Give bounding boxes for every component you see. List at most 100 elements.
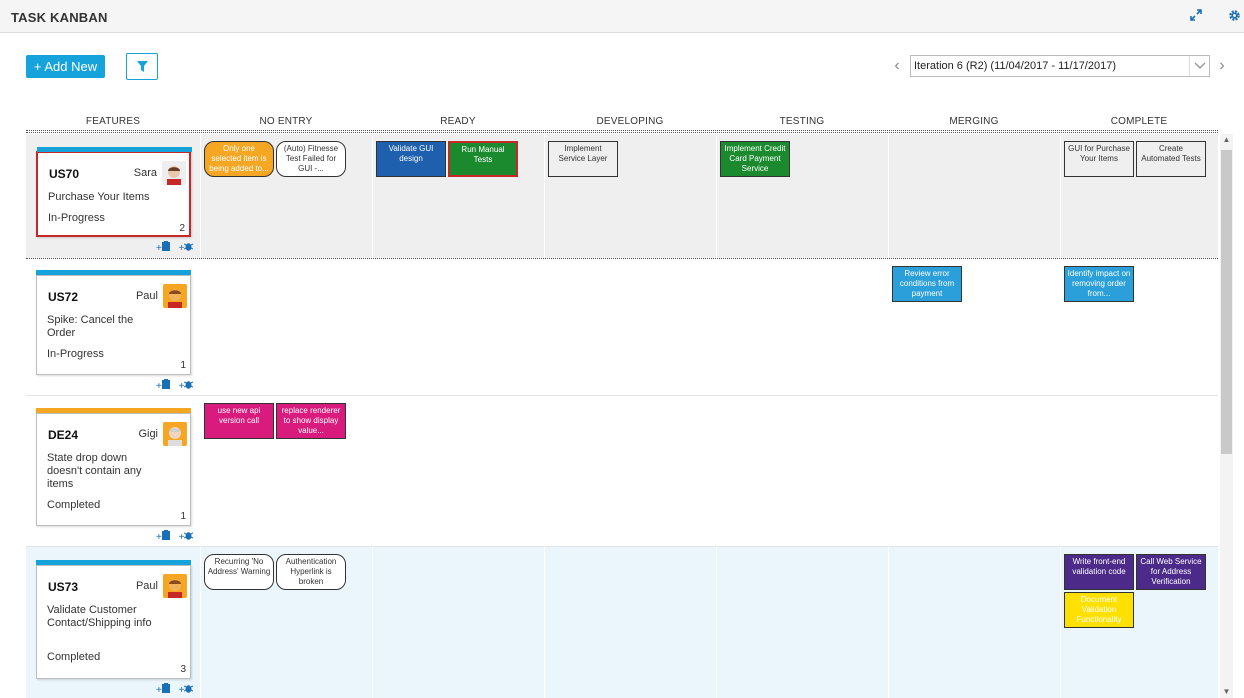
task-card[interactable]: Recurring 'No Address' Warning [204, 554, 274, 590]
task-label: Validate GUI design [388, 144, 434, 163]
task-card[interactable]: Only one selected item is being added to… [204, 141, 274, 177]
task-card[interactable]: Identify impact on removing order from..… [1064, 266, 1134, 302]
filter-button[interactable] [126, 53, 158, 80]
column-divider [888, 547, 889, 698]
story-card[interactable]: DE24 Gigi State drop down doesn't contain … [36, 408, 191, 526]
bug-icon [184, 685, 194, 693]
task-card[interactable]: Validate GUI design [376, 141, 446, 177]
avatar [162, 161, 186, 185]
clipboard-icon [161, 683, 170, 693]
bug-icon [184, 381, 194, 389]
story-actions: + + [156, 379, 194, 392]
scroll-down-icon[interactable]: ▼ [1220, 686, 1233, 698]
task-label: Write front-end validation code [1072, 557, 1126, 576]
add-task-button[interactable]: + [156, 683, 170, 696]
vertical-scrollbar[interactable]: ▲ ▼ [1220, 134, 1233, 698]
column-divider [544, 396, 545, 546]
story-owner: Paul [135, 580, 158, 592]
add-defect-button[interactable]: + [179, 381, 194, 392]
clipboard-icon [161, 379, 170, 389]
avatar [163, 422, 187, 446]
story-actions: + + [156, 683, 194, 696]
task-card[interactable]: GUI for Purchase Your Items [1064, 141, 1134, 177]
task-label: Implement Service Layer [558, 144, 608, 163]
chevron-down-icon[interactable] [1189, 56, 1209, 76]
next-iteration-button[interactable]: › [1215, 57, 1229, 75]
column-divider [716, 259, 717, 395]
column-divider [544, 547, 545, 698]
task-card[interactable]: use new api version call [204, 403, 274, 439]
task-label: Implement Credit Card Payment Service [724, 144, 786, 173]
story-card[interactable]: US70 Sara Purchase Your Items In-Progress 2 [36, 147, 192, 237]
task-label: Document Validation Functionality [1076, 595, 1122, 624]
task-label: Only one selected item is being added to… [209, 144, 269, 173]
add-new-button[interactable]: + Add New [26, 55, 105, 78]
add-defect-button[interactable]: + [179, 532, 194, 543]
task-label: GUI for Purchase Your Items [1068, 144, 1130, 163]
column-header-developing: DEVELOPING [596, 116, 664, 127]
task-card[interactable]: Implement Service Layer [548, 141, 618, 177]
task-card[interactable]: Create Automated Tests [1136, 141, 1206, 177]
column-divider [372, 134, 373, 258]
story-title: Purchase Your Items [48, 191, 150, 203]
clipboard-icon [161, 530, 170, 540]
add-defect-button[interactable]: + [179, 243, 194, 254]
story-actions: + + [156, 530, 194, 543]
prev-iteration-button[interactable]: ‹ [890, 57, 904, 75]
task-label: replace renderer to show display value..… [281, 406, 341, 435]
scrollbar-thumb[interactable] [1221, 150, 1232, 454]
column-divider [1060, 396, 1061, 546]
story-card[interactable]: US73 Paul Validate Customer Contact/Shippi… [36, 560, 191, 679]
story-card[interactable]: US72 Paul Spike: Cancel the Order In-Progre… [36, 270, 191, 375]
story-color-bar [37, 147, 192, 152]
iteration-select[interactable]: Iteration 6 (R2) (11/04/2017 - 11/17/201… [910, 55, 1210, 77]
column-divider [544, 259, 545, 395]
column-divider [1060, 259, 1061, 395]
column-divider [716, 134, 717, 258]
bug-icon [184, 243, 194, 251]
task-label: Identify impact on removing order from..… [1067, 269, 1131, 298]
header-divider [26, 130, 1218, 133]
story-id: US73 [48, 580, 79, 594]
column-divider [200, 396, 201, 546]
story-title: State drop down doesn't contain any item… [47, 452, 142, 490]
task-card[interactable]: Call Web Service for Address Verificatio… [1136, 554, 1206, 590]
column-divider [200, 259, 201, 395]
task-card[interactable]: replace renderer to show display value..… [276, 403, 346, 439]
page-title: TASK KANBAN [11, 10, 108, 25]
story-task-count: 1 [180, 511, 186, 522]
column-divider [544, 134, 545, 258]
task-card[interactable]: (Auto) Fitnesse Test Failed for GUI -... [276, 141, 346, 177]
task-card[interactable]: Review error conditions from payment [892, 266, 962, 302]
story-id: US72 [48, 290, 79, 304]
task-card[interactable]: Implement Credit Card Payment Service [720, 141, 790, 177]
title-bar: TASK KANBAN [0, 0, 1244, 33]
column-header-ready: READY [440, 116, 476, 127]
expand-icon[interactable] [1188, 9, 1204, 25]
add-task-button[interactable]: + [156, 379, 170, 392]
story-title: Validate Customer Contact/Shipping info [47, 604, 152, 629]
task-card[interactable]: Authentication Hyperlink is broken [276, 554, 346, 590]
story-color-bar [36, 560, 191, 565]
scroll-up-icon[interactable]: ▲ [1220, 134, 1233, 146]
task-card[interactable]: Run Manual Tests [448, 141, 518, 177]
task-card[interactable]: Document Validation Functionality [1064, 592, 1134, 628]
add-task-button[interactable]: + [156, 241, 170, 254]
iteration-select-value: Iteration 6 (R2) (11/04/2017 - 11/17/201… [914, 60, 1116, 72]
add-defect-button[interactable]: + [179, 685, 194, 696]
avatar [163, 574, 187, 598]
column-divider [372, 396, 373, 546]
column-header-complete: COMPLETE [1110, 116, 1168, 127]
bug-icon [184, 532, 194, 540]
column-divider [1060, 547, 1061, 698]
add-task-button[interactable]: + [156, 530, 170, 543]
task-card[interactable]: Write front-end validation code [1064, 554, 1134, 590]
column-header-merging: MERGING [949, 116, 999, 127]
gear-icon[interactable] [1226, 9, 1242, 25]
column-header-features: FEATURES [85, 116, 141, 127]
story-status: In-Progress [47, 348, 104, 360]
task-label: Authentication Hyperlink is broken [285, 557, 337, 586]
story-status: Completed [47, 499, 101, 511]
story-color-bar [36, 408, 191, 413]
task-label: Review error conditions from payment [899, 269, 955, 298]
